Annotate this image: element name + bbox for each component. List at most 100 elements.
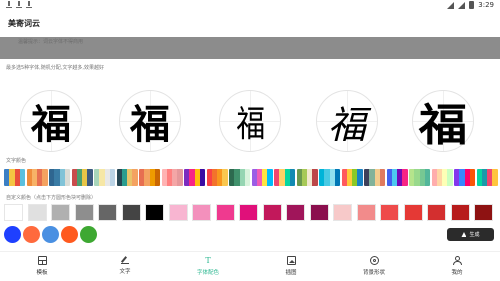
font-option-heavy-black[interactable]: 福 xyxy=(412,90,474,152)
font-preview-glyph: 福 xyxy=(327,102,366,147)
nav-item-template[interactable]: 模板 xyxy=(17,256,67,278)
palette-option[interactable] xyxy=(206,169,228,186)
palette-option[interactable] xyxy=(386,169,408,186)
color-swatch[interactable] xyxy=(121,204,141,221)
palette-option[interactable] xyxy=(184,169,205,186)
palette-color-band xyxy=(132,169,138,186)
font-option-calligraphy[interactable]: 福 xyxy=(316,90,378,152)
palette-row xyxy=(4,169,498,187)
palette-option[interactable] xyxy=(409,169,430,186)
font-option-thin-serif[interactable]: 福 xyxy=(219,90,281,152)
palette-option[interactable] xyxy=(454,169,475,186)
palette-color-band xyxy=(492,169,498,186)
palette-option[interactable] xyxy=(476,169,498,186)
palette-color-band xyxy=(199,169,205,186)
selected-color-circle[interactable] xyxy=(42,226,59,243)
color-swatch[interactable] xyxy=(98,204,117,221)
nav-label: 文字 xyxy=(119,269,131,275)
font-preview-glyph: 福 xyxy=(31,102,71,148)
palette-option[interactable] xyxy=(49,169,70,186)
color-swatch[interactable] xyxy=(286,204,305,221)
color-swatch[interactable] xyxy=(239,204,258,221)
color-swatch[interactable] xyxy=(168,204,188,221)
palette-option[interactable] xyxy=(139,169,160,186)
palette-option[interactable] xyxy=(341,169,363,186)
color-swatch[interactable] xyxy=(4,204,23,221)
bottom-nav: 模板 文字 T 字体配色 插图 背景形状 我的 xyxy=(0,251,500,281)
palette-option[interactable] xyxy=(296,169,318,186)
palette-option[interactable] xyxy=(26,169,48,186)
color-swatch[interactable] xyxy=(51,204,70,221)
selected-color-circle[interactable] xyxy=(23,226,40,243)
nav-item-mine[interactable]: 我的 xyxy=(432,256,482,278)
image-icon xyxy=(286,256,296,265)
font-option-bold-serif[interactable]: 福 xyxy=(119,90,181,152)
palette-color-band xyxy=(222,169,228,186)
color-swatch[interactable] xyxy=(262,204,282,221)
text-format-icon: T xyxy=(205,256,211,265)
palette-option[interactable] xyxy=(71,169,93,186)
font-section-label: 最多选5种字体,随机分配,文字越多,效果越好 xyxy=(6,65,104,71)
generate-button[interactable]: 生成 xyxy=(447,228,494,241)
color-swatch[interactable] xyxy=(309,204,329,221)
shape-icon xyxy=(369,256,379,265)
selected-color-circle[interactable] xyxy=(80,226,97,243)
status-notification-icons xyxy=(6,1,32,8)
custom-color-label: 自定义颜色（点击下方圆形色块可删除） xyxy=(6,195,97,201)
palette-color-band xyxy=(109,169,115,186)
palette-color-band xyxy=(312,169,318,186)
palette-option[interactable] xyxy=(161,169,183,186)
nav-item-background-shape[interactable]: 背景形状 xyxy=(349,256,399,278)
palette-option[interactable] xyxy=(116,169,138,186)
nav-label: 插图 xyxy=(285,270,297,276)
custom-swatch-row xyxy=(4,204,496,222)
color-swatch[interactable] xyxy=(380,204,399,221)
selected-color-circle[interactable] xyxy=(61,226,78,243)
palette-color-band xyxy=(87,169,93,186)
palette-option[interactable] xyxy=(251,169,273,186)
status-system-icons: 3:29 xyxy=(447,1,494,9)
palette-color-band xyxy=(244,169,250,186)
nav-item-illustration[interactable]: 插图 xyxy=(266,256,316,278)
font-color-sheet: 最多选5种字体,随机分配,文字越多,效果越好 福 福 福 福 福 文字颜色 自定… xyxy=(0,59,500,251)
modal-backdrop[interactable]: 温馨提示：词云字体不得商用 xyxy=(0,37,500,59)
color-swatch[interactable] xyxy=(427,204,446,221)
download-icon xyxy=(6,1,12,8)
palette-option[interactable] xyxy=(229,169,250,186)
color-swatch[interactable] xyxy=(474,204,493,221)
send-icon xyxy=(461,232,467,237)
palette-option[interactable] xyxy=(431,169,453,186)
app-bar: 美寄词云 xyxy=(0,12,500,37)
color-swatch[interactable] xyxy=(333,204,352,221)
color-swatch[interactable] xyxy=(403,204,423,221)
pen-icon xyxy=(121,256,129,264)
nav-label: 背景形状 xyxy=(362,270,385,276)
nav-label: 模板 xyxy=(36,270,48,276)
palette-option[interactable] xyxy=(274,169,295,186)
font-option-bold-sans[interactable]: 福 xyxy=(20,90,82,152)
color-swatch[interactable] xyxy=(27,204,47,221)
palette-option[interactable] xyxy=(319,169,340,186)
color-swatch[interactable] xyxy=(145,204,164,221)
palette-color-band xyxy=(402,169,408,186)
palette-color-band xyxy=(289,169,295,186)
color-swatch[interactable] xyxy=(450,204,470,221)
color-swatch[interactable] xyxy=(192,204,211,221)
nav-item-font-color[interactable]: T 字体配色 xyxy=(183,256,233,278)
battery-icon xyxy=(469,1,475,9)
color-swatch[interactable] xyxy=(74,204,94,221)
palette-section-label: 文字颜色 xyxy=(6,158,27,164)
palette-color-band xyxy=(154,169,160,186)
palette-color-band xyxy=(42,169,48,186)
color-swatch[interactable] xyxy=(356,204,376,221)
font-options-row: 福 福 福 福 福 xyxy=(0,85,500,157)
selected-color-circle[interactable] xyxy=(4,226,21,243)
palette-option[interactable] xyxy=(94,169,115,186)
color-swatch[interactable] xyxy=(215,204,235,221)
nav-label: 我的 xyxy=(451,270,463,276)
font-preview-glyph: 福 xyxy=(418,100,468,151)
nav-item-text[interactable]: 文字 xyxy=(100,256,150,278)
download-icon xyxy=(16,1,22,8)
palette-option[interactable] xyxy=(364,169,385,186)
palette-option[interactable] xyxy=(4,169,25,186)
